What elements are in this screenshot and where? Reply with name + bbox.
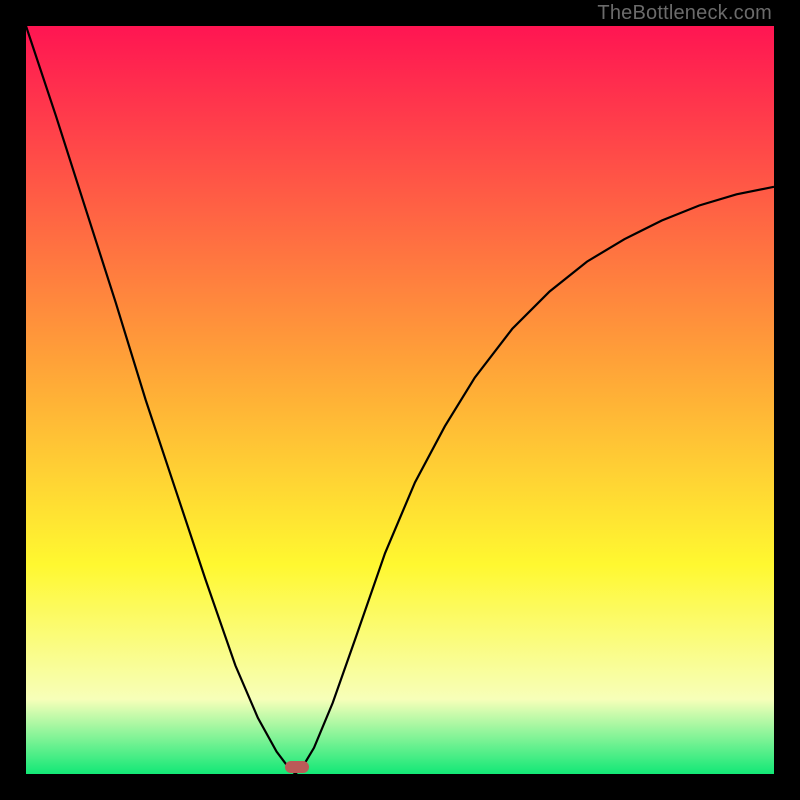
bottleneck-curve (26, 26, 774, 774)
watermark-text: TheBottleneck.com (597, 2, 772, 25)
optimal-point-marker (285, 761, 309, 773)
plot-frame (26, 26, 774, 774)
curve-path (26, 26, 774, 774)
